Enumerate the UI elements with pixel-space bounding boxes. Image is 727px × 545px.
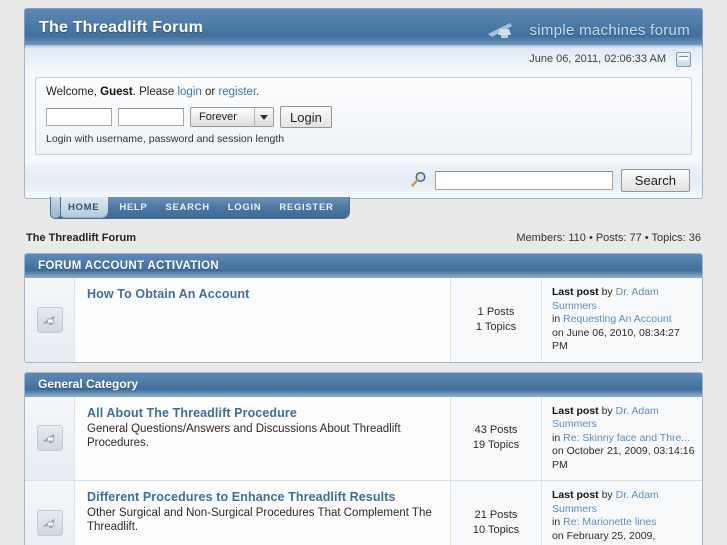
date-bar: June 06, 2011, 02:06:33 AM <box>24 48 703 71</box>
last-post-topic[interactable]: Requesting An Account <box>563 313 672 325</box>
board-title-link[interactable]: How To Obtain An Account <box>87 287 438 301</box>
login-button[interactable]: Login <box>280 106 332 128</box>
login-form: Forever Login <box>46 106 681 128</box>
smf-anvil-icon <box>484 18 522 43</box>
board-last-post: Last post by Dr. Adam Summers in Re: Ski… <box>542 396 702 480</box>
board-info: Different Procedures to Enhance Threadli… <box>75 481 450 545</box>
welcome-prefix: Welcome, <box>46 86 97 98</box>
last-post-by: by <box>601 404 613 417</box>
last-post-label: Last post <box>552 489 599 501</box>
last-post-topic[interactable]: Re: Marionette lines <box>563 516 656 528</box>
or-text: or <box>205 86 216 98</box>
board-posts-count: 1 Posts <box>477 305 515 318</box>
smf-logo-text: simple machines forum <box>529 22 690 39</box>
current-date: June 06, 2011, 02:06:33 AM <box>529 53 666 65</box>
forum-stats: Members: 110 • Posts: 77 • Topics: 36 <box>516 232 701 244</box>
last-post-in: in <box>552 431 561 444</box>
login-hint: Login with username, password and sessio… <box>46 133 285 145</box>
last-post-by: by <box>601 489 613 501</box>
board-topics-count: 1 Topics <box>475 320 517 333</box>
board-last-post: Last post by Dr. Adam Summers in Request… <box>542 278 702 362</box>
last-post-date: on October 21, 2009, 03:14:16 PM <box>552 445 695 471</box>
category-title[interactable]: General Category <box>25 372 702 397</box>
register-link[interactable]: register <box>218 86 256 98</box>
board-off-icon <box>36 306 63 333</box>
board-title-link[interactable]: All About The Threadlift Procedure <box>87 406 438 420</box>
last-post-in: in <box>552 516 561 528</box>
username-input[interactable] <box>46 108 112 126</box>
search-bar: Search <box>24 163 703 199</box>
last-post-topic[interactable]: Re: Skinny face and Thre... <box>563 432 690 444</box>
table-row[interactable]: Different Procedures to Enhance Threadli… <box>25 481 702 545</box>
nav-item-login[interactable]: Login <box>219 197 271 218</box>
login-link[interactable]: login <box>177 86 201 98</box>
last-post-label: Last post <box>552 404 599 417</box>
board-topics-count: 19 Topics <box>472 439 520 452</box>
nav-item-home[interactable]: Home <box>59 197 109 218</box>
magnifier-icon <box>410 171 427 191</box>
forum-header: The Threadlift Forum simple machines for… <box>24 8 703 48</box>
forum-page: The Threadlift Forum simple machines for… <box>0 0 727 545</box>
nav-bar: Home Help Search Login Register <box>50 197 350 219</box>
board-posts-count: 43 Posts <box>474 424 518 437</box>
nav-item-register[interactable]: Register <box>270 197 342 218</box>
board-title-link[interactable]: Different Procedures to Enhance Threadli… <box>87 490 438 504</box>
main-navigation: Home Help Search Login Register <box>24 197 703 224</box>
session-length-value: Forever <box>199 111 237 123</box>
board-info: All About The Threadlift Procedure Gener… <box>75 397 450 481</box>
search-button[interactable]: Search <box>620 169 690 192</box>
page-wrapper: The Threadlift Forum simple machines for… <box>24 0 703 545</box>
breadcrumb-row: The Threadlift Forum Members: 110 • Post… <box>24 232 703 244</box>
board-off-icon <box>36 425 63 452</box>
board-stats: 43 Posts 19 Topics <box>450 396 542 480</box>
smf-logo: simple machines forum <box>484 18 690 43</box>
board-stats: 21 Posts 10 Topics <box>450 481 542 545</box>
breadcrumb[interactable]: The Threadlift Forum <box>26 232 136 244</box>
welcome-text: Welcome, Guest. Please login or register… <box>46 86 681 98</box>
board-description: Other Surgical and Non-Surgical Procedur… <box>87 507 432 533</box>
collapse-icon[interactable] <box>676 52 691 67</box>
board-icon-cell <box>25 481 75 545</box>
chevron-down-icon <box>254 108 272 126</box>
last-post-in: in <box>552 313 561 325</box>
table-row[interactable]: How To Obtain An Account 1 Posts 1 Topic… <box>25 278 702 362</box>
board-off-icon <box>36 509 63 536</box>
board-info: How To Obtain An Account <box>75 278 450 362</box>
guest-label: Guest <box>100 86 133 98</box>
last-post-by: by <box>601 286 613 298</box>
nav-item-search[interactable]: Search <box>156 197 218 218</box>
category-general: General Category All About The Threadlif… <box>24 371 703 545</box>
period-text: . <box>256 86 260 98</box>
page-title: The Threadlift Forum <box>39 19 203 36</box>
last-post-label: Last post <box>552 286 599 298</box>
board-last-post: Last post by Dr. Adam Summers in Re: Mar… <box>542 481 702 545</box>
board-posts-count: 21 Posts <box>474 508 518 521</box>
board-stats: 1 Posts 1 Topics <box>450 278 542 362</box>
board-icon-cell <box>25 396 75 480</box>
last-post-date: on February 25, 2009, 12:39:22 AM <box>552 529 656 545</box>
category-forum-account-activation: Forum Account Activation How To Obtain A… <box>24 253 703 363</box>
search-input[interactable] <box>434 171 613 190</box>
board-description: General Questions/Answers and Discussion… <box>87 422 401 449</box>
category-title[interactable]: Forum Account Activation <box>25 254 702 278</box>
login-panel: Welcome, Guest. Please login or register… <box>35 77 692 155</box>
last-post-date: on June 06, 2010, 08:34:27 PM <box>552 326 680 353</box>
please-text: . Please <box>132 86 175 98</box>
password-input[interactable] <box>118 108 184 126</box>
table-row[interactable]: All About The Threadlift Procedure Gener… <box>25 396 702 481</box>
board-icon-cell <box>25 278 75 362</box>
nav-item-help[interactable]: Help <box>110 197 156 218</box>
board-topics-count: 10 Topics <box>472 523 520 536</box>
login-section: Welcome, Guest. Please login or register… <box>24 71 703 163</box>
session-length-select[interactable]: Forever <box>190 107 274 127</box>
nav-left-cap <box>50 197 61 219</box>
